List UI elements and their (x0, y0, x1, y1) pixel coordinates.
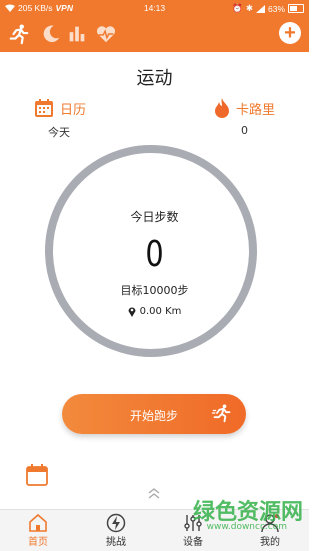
battery-percent: 63% (267, 3, 285, 14)
location-pin-icon (128, 307, 136, 317)
nav-device-label: 设备 (183, 537, 203, 548)
nav-home-label: 首页 (28, 537, 48, 548)
nav-challenge[interactable]: 挑战 (86, 513, 146, 548)
status-right: ⏰ ✱ 63% (232, 3, 304, 14)
distance-row: 0.00 Km (0, 306, 309, 317)
calendar-icon[interactable] (26, 464, 48, 486)
chevron-up-icon[interactable] (147, 486, 161, 500)
status-bar: 205 KB/s VPN 14:13 ⏰ ✱ 63% (0, 0, 309, 16)
calorie-value: 0 (241, 124, 248, 137)
steps-label: 今日步数 (130, 210, 179, 224)
calorie-label: 卡路里 (236, 102, 276, 118)
add-button[interactable]: + (279, 22, 301, 44)
calendar-icon (35, 99, 53, 117)
moon-icon[interactable] (40, 23, 62, 45)
calendar-value: 今天 (48, 126, 70, 139)
calendar-label: 日历 (60, 102, 87, 118)
running-icon[interactable] (8, 23, 30, 45)
start-run-button[interactable]: 开始跑步 (62, 394, 246, 434)
flame-icon (215, 98, 229, 118)
steps-goal: 目标10000步 (120, 284, 189, 297)
distance-value: 0.00 Km (139, 306, 182, 317)
app-header: + (0, 16, 309, 52)
heart-rate-icon[interactable] (95, 23, 117, 45)
lightning-icon (106, 513, 126, 533)
plus-icon: + (284, 22, 296, 44)
page-title: 运动 (136, 68, 173, 89)
battery-icon (288, 4, 304, 13)
nav-challenge-label: 挑战 (106, 537, 126, 548)
alarm-icon: ⏰ (232, 3, 243, 13)
bar-chart-icon[interactable] (66, 23, 88, 45)
running-icon (212, 404, 231, 423)
nav-home[interactable]: 首页 (8, 513, 68, 548)
signal-icon (255, 4, 265, 13)
home-icon (29, 513, 47, 532)
calorie-stat: 卡路里 (214, 98, 275, 118)
bluetooth-icon: ✱ (245, 3, 253, 13)
steps-count: 0 (145, 234, 164, 275)
watermark-url: www.downcc.com (206, 522, 287, 532)
calendar-stat[interactable]: 日历 (34, 98, 86, 118)
nav-profile-label: 我的 (260, 537, 280, 548)
